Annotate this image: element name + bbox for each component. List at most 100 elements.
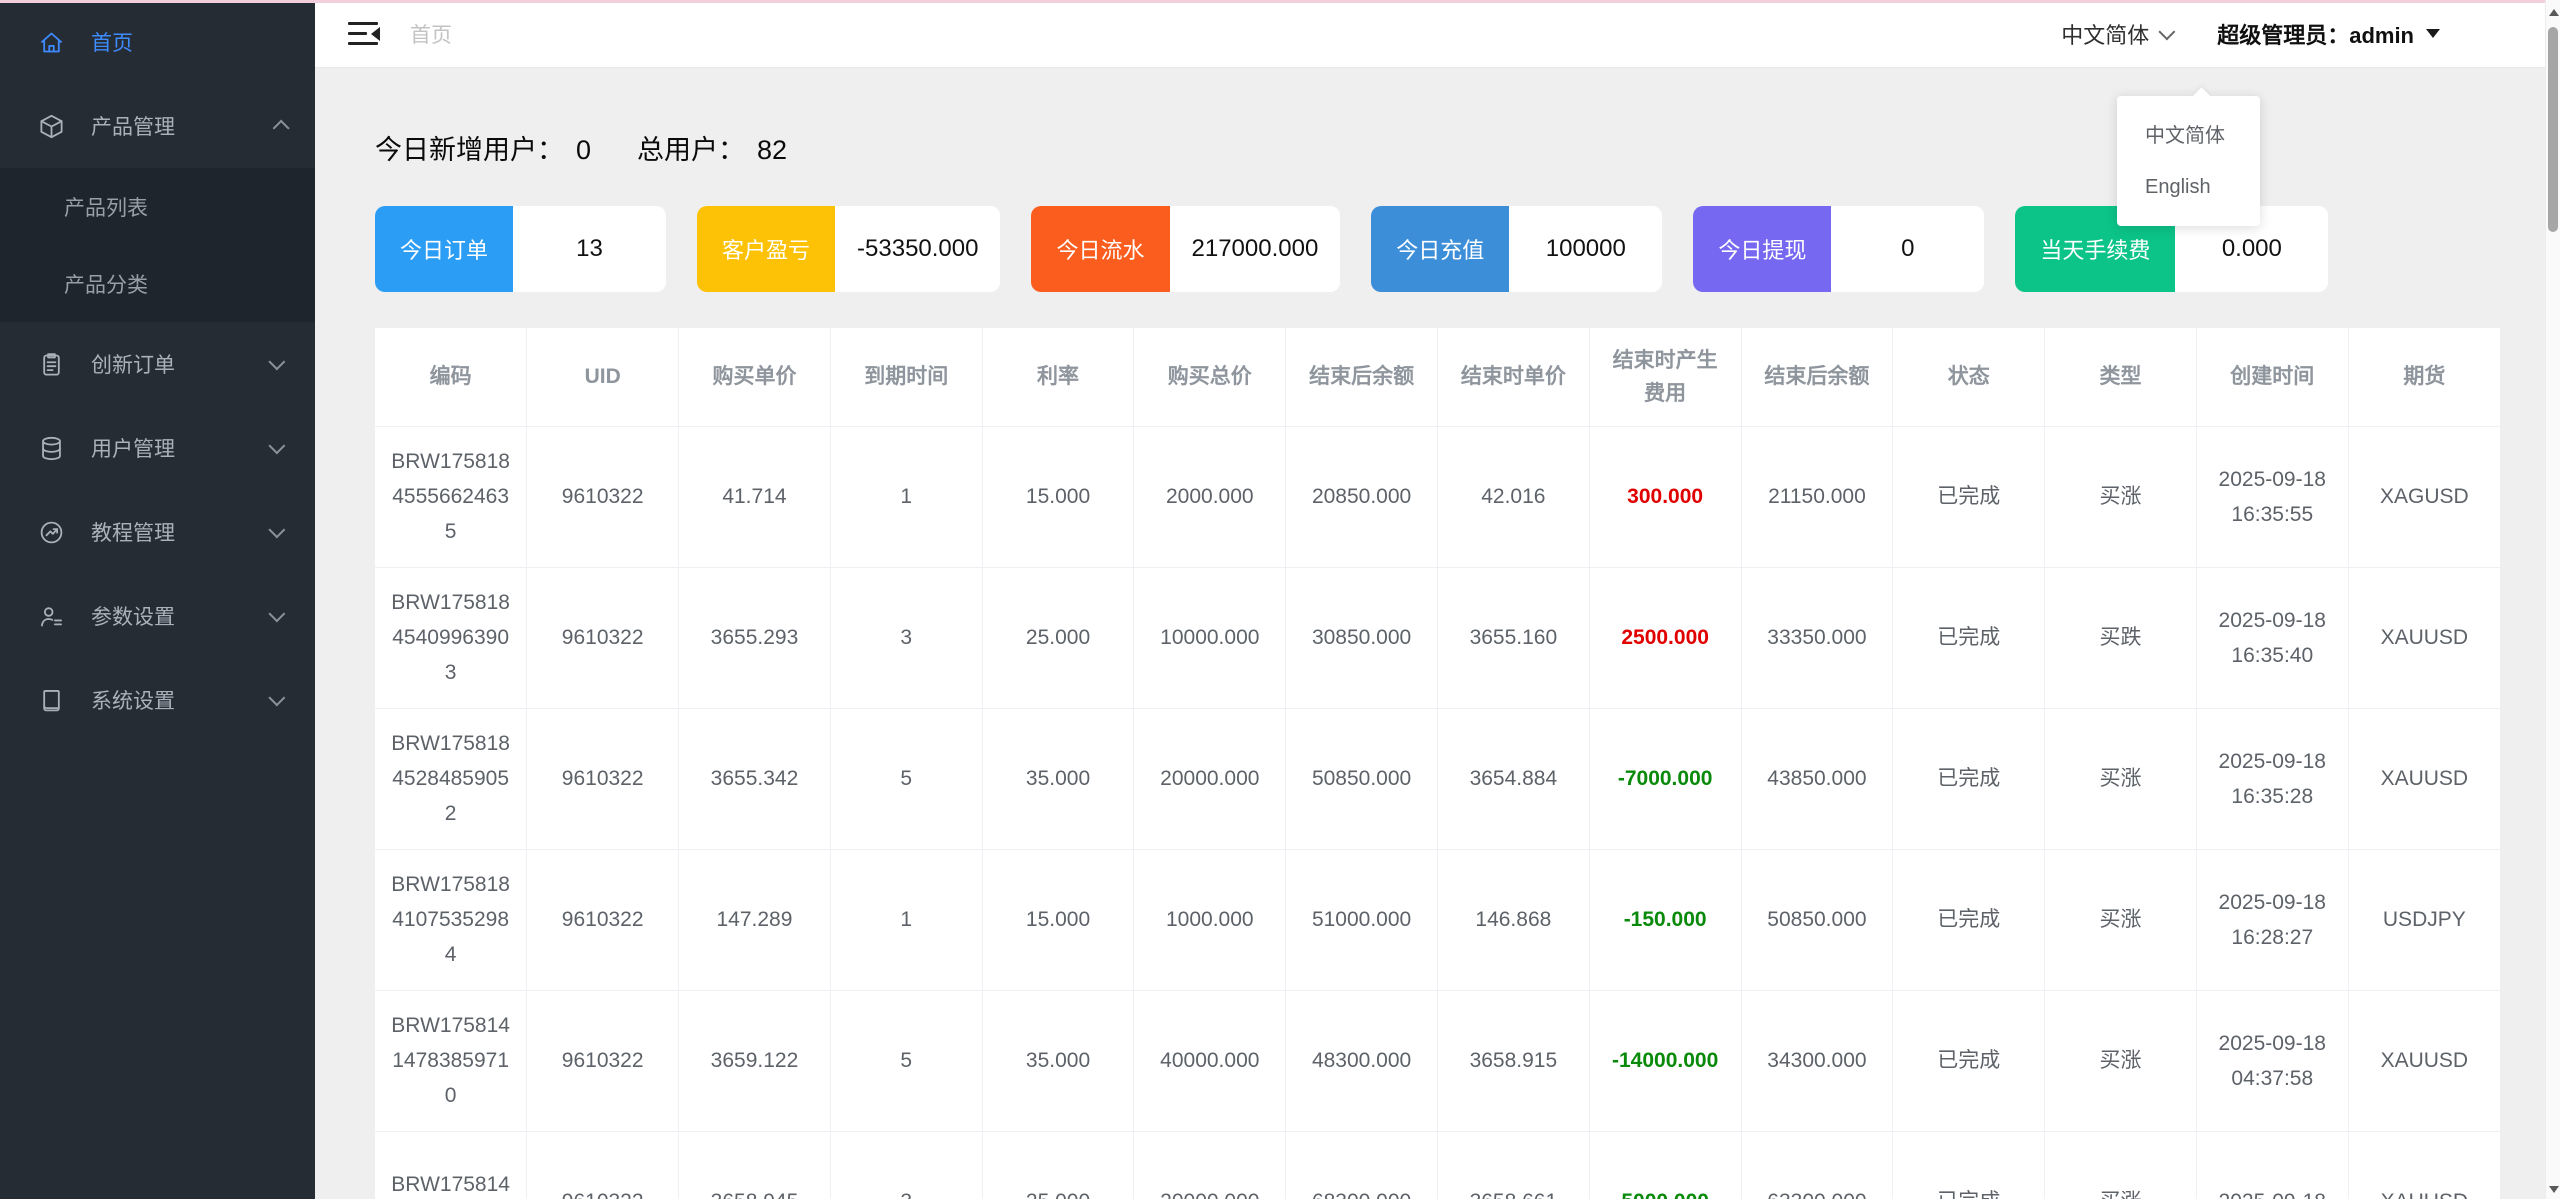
sidebar-item-label: 创新订单 <box>91 354 175 377</box>
total-users-stat: 总用户： 82 <box>637 130 787 170</box>
language-selector[interactable]: 中文简体 <box>2061 18 2176 50</box>
admin-menu[interactable]: 超级管理员：admin <box>2217 18 2440 50</box>
sidebar-item-params[interactable]: 参数设置 <box>0 574 315 658</box>
language-option[interactable]: 中文简体 <box>2117 106 2260 160</box>
sidebar-item-label: 产品管理 <box>91 116 175 139</box>
table-cell: 42.016 <box>1437 426 1590 568</box>
sidebar-collapse-icon[interactable] <box>348 22 380 45</box>
table-cell: 9610322 <box>526 849 680 991</box>
table-cell: 50850.000 <box>1741 849 1894 991</box>
sidebar-item-label: 教程管理 <box>91 522 175 545</box>
table-cell: 9610322 <box>526 426 680 568</box>
table-cell: 2025-09-18 16:35:28 <box>2196 708 2349 850</box>
stat-card: 客户盈亏 -53350.000 <box>697 206 1001 292</box>
table-cell: BRW17581845409963903 <box>375 567 528 709</box>
sidebar-item-product[interactable]: 产品管理 <box>0 84 315 168</box>
table-cell: 3655.342 <box>678 708 831 850</box>
total-users-value: 82 <box>757 135 788 165</box>
vertical-scrollbar[interactable] <box>2545 0 2560 1199</box>
table-cell: 9610322 <box>526 567 680 709</box>
sidebar-subitem-product-list[interactable]: 产品列表 <box>0 168 315 245</box>
language-option[interactable]: English <box>2117 160 2260 214</box>
stat-card-value: 0 <box>1831 206 1985 292</box>
column-header: 到期时间 <box>830 328 983 427</box>
hamburger-bar <box>348 22 378 25</box>
table-cell: 2000.000 <box>1133 426 1287 568</box>
sidebar-item-orders[interactable]: 创新订单 <box>0 322 315 406</box>
table-cell: 15.000 <box>982 426 1135 568</box>
table-cell: 40000.000 <box>1133 990 1287 1132</box>
sidebar-item-tutorials[interactable]: 教程管理 <box>0 490 315 574</box>
table-cell: -7000.000 <box>1589 708 1742 850</box>
stat-card: 今日提现 0 <box>1693 206 1985 292</box>
table-cell: 3 <box>830 567 983 709</box>
table-cell: 买涨 <box>2044 1131 2197 1199</box>
stat-card: 今日流水 217000.000 <box>1031 206 1341 292</box>
table-cell: 25.000 <box>982 567 1135 709</box>
new-users-value: 0 <box>576 135 592 165</box>
table-cell: BRW1758141463447142 <box>375 1131 528 1199</box>
table-cell: 2500.000 <box>1589 567 1742 709</box>
stat-card-value: 100000 <box>1509 206 1663 292</box>
table-cell: 21150.000 <box>1741 426 1894 568</box>
table-cell: 已完成 <box>1892 1131 2046 1199</box>
total-users-label: 总用户： <box>637 135 746 165</box>
table-cell: XAUUSD <box>2348 708 2500 850</box>
table-cell: -14000.000 <box>1589 990 1742 1132</box>
table-cell: 已完成 <box>1892 426 2046 568</box>
admin-menu-label: 超级管理员：admin <box>2217 22 2414 48</box>
topbar: 首页 中文简体 超级管理员：admin <box>315 0 2560 68</box>
table-cell: XAUUSD <box>2348 1131 2500 1199</box>
table-cell: 买涨 <box>2044 426 2197 568</box>
scroll-down-arrow-icon[interactable] <box>2549 1186 2559 1193</box>
stat-card-value: -53350.000 <box>835 206 1001 292</box>
stat-card-label: 客户盈亏 <box>697 206 836 292</box>
box-icon <box>38 113 65 140</box>
table-row: BRW17581414783859710 9610322 3659.122 5 35.0… <box>375 990 2500 1132</box>
breadcrumb[interactable]: 首页 <box>410 19 452 49</box>
table-cell: 2025-09-18 16:28:27 <box>2196 849 2349 991</box>
hamburger-bar <box>348 42 378 45</box>
scrollbar-thumb[interactable] <box>2548 27 2558 232</box>
stat-card-value: 217000.000 <box>1169 206 1341 292</box>
table-cell: 25.000 <box>982 1131 1135 1199</box>
column-header: 状态 <box>1892 328 2046 427</box>
sidebar-item-users[interactable]: 用户管理 <box>0 406 315 490</box>
hamburger-arrow <box>371 27 380 41</box>
table-cell: -150.000 <box>1589 849 1742 991</box>
table-cell: 买涨 <box>2044 708 2197 850</box>
submenu-product: 产品列表 产品分类 <box>0 168 315 322</box>
table-cell: 9610322 <box>526 1131 680 1199</box>
table-cell: XAUUSD <box>2348 990 2500 1132</box>
book-icon <box>38 687 65 714</box>
column-header: 创建时间 <box>2196 328 2349 427</box>
scroll-up-arrow-icon[interactable] <box>2549 9 2559 16</box>
table-cell: 3658.945 <box>678 1131 831 1199</box>
sidebar-item-home[interactable]: 首页 <box>0 0 315 84</box>
table-cell: 20000.000 <box>1133 1131 1287 1199</box>
stat-card: 今日充值 100000 <box>1371 206 1663 292</box>
table-cell: 15.000 <box>982 849 1135 991</box>
stat-card-value: 13 <box>513 206 667 292</box>
table-cell: 35.000 <box>982 990 1135 1132</box>
sidebar-item-system[interactable]: 系统设置 <box>0 658 315 742</box>
table-cell: 已完成 <box>1892 849 2046 991</box>
column-header: 结束后余额 <box>1741 328 1894 427</box>
table-cell: 5 <box>830 708 983 850</box>
table-cell: XAGUSD <box>2348 426 2500 568</box>
language-dropdown: 中文简体 English <box>2117 96 2260 226</box>
orders-table: 编码 UID 购买单价 到期时间 利率 购买总价 结束后余额 结束时单价 结束时产生费用 结束后余… <box>375 328 2500 1199</box>
table-cell: 3655.160 <box>1437 567 1590 709</box>
table-cell: BRW17581414783859710 <box>375 990 528 1132</box>
column-header: 购买单价 <box>678 328 831 427</box>
chevron-down-icon <box>2158 22 2176 40</box>
sidebar-subitem-product-category[interactable]: 产品分类 <box>0 245 315 322</box>
table-cell: 51000.000 <box>1285 849 1438 991</box>
table-cell: USDJPY <box>2348 849 2500 991</box>
table-cell: 68300.000 <box>1285 1131 1438 1199</box>
sidebar-item-label: 首页 <box>91 32 133 55</box>
table-cell: 35.000 <box>982 708 1135 850</box>
table-cell: 146.868 <box>1437 849 1590 991</box>
table-cell: 5 <box>830 990 983 1132</box>
table-cell: BRW17581841075352984 <box>375 849 528 991</box>
